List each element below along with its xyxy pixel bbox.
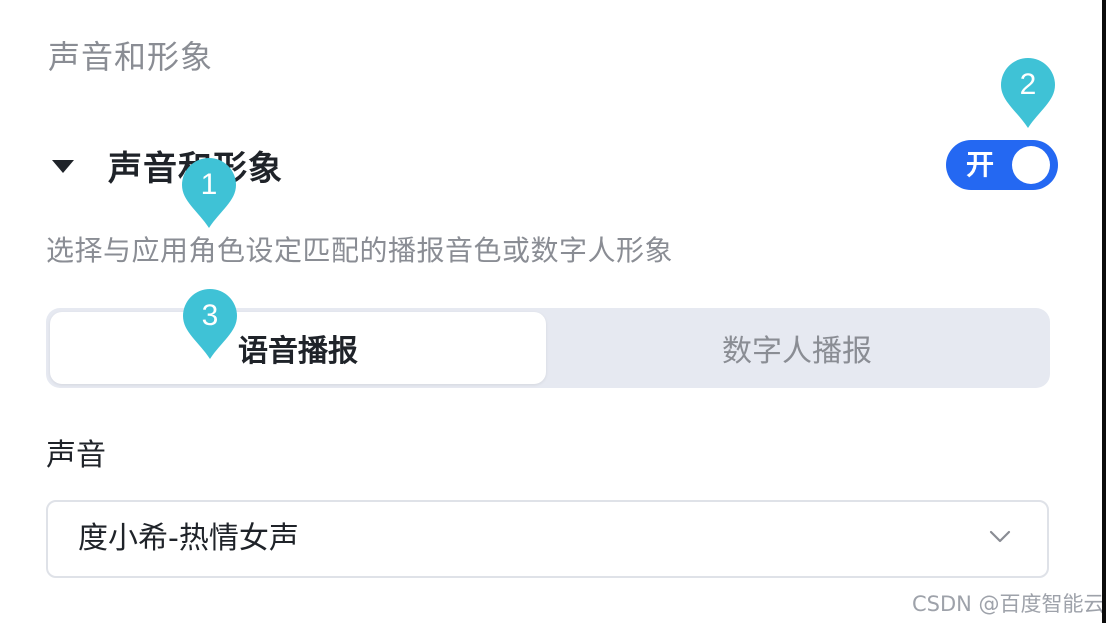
tab-voice-broadcast[interactable]: 语音播报 [50,312,546,384]
watermark: CSDN @百度智能云 [912,592,1105,616]
annotation-marker-1: 1 [180,156,238,230]
caret-down-icon[interactable] [52,159,74,173]
marker-number: 2 [1019,68,1037,101]
toggle-label: 开 [966,148,995,181]
page-title: 声音和形象 [48,38,214,76]
marker-number: 1 [200,168,218,201]
voice-image-toggle[interactable]: 开 [946,140,1058,190]
marker-number: 3 [201,299,219,332]
toggle-knob [1012,146,1050,184]
voice-select[interactable]: 度小希-热情女声 [46,500,1049,578]
voice-select-value: 度小希-热情女声 [78,521,299,556]
settings-panel: 声音和形象 声音和形象 开 选择与应用角色设定匹配的播报音色或数字人形象 语音播… [0,0,1108,623]
tab-digital-human-broadcast[interactable]: 数字人播报 [548,312,1046,384]
window-edge [1102,0,1106,623]
voice-field-label: 声音 [46,438,106,473]
section-header[interactable]: 声音和形象 [52,142,283,189]
annotation-marker-3: 3 [181,287,239,361]
section-description: 选择与应用角色设定匹配的播报音色或数字人形象 [46,234,674,267]
annotation-marker-2: 2 [999,56,1057,130]
chevron-down-icon[interactable] [989,530,1011,544]
